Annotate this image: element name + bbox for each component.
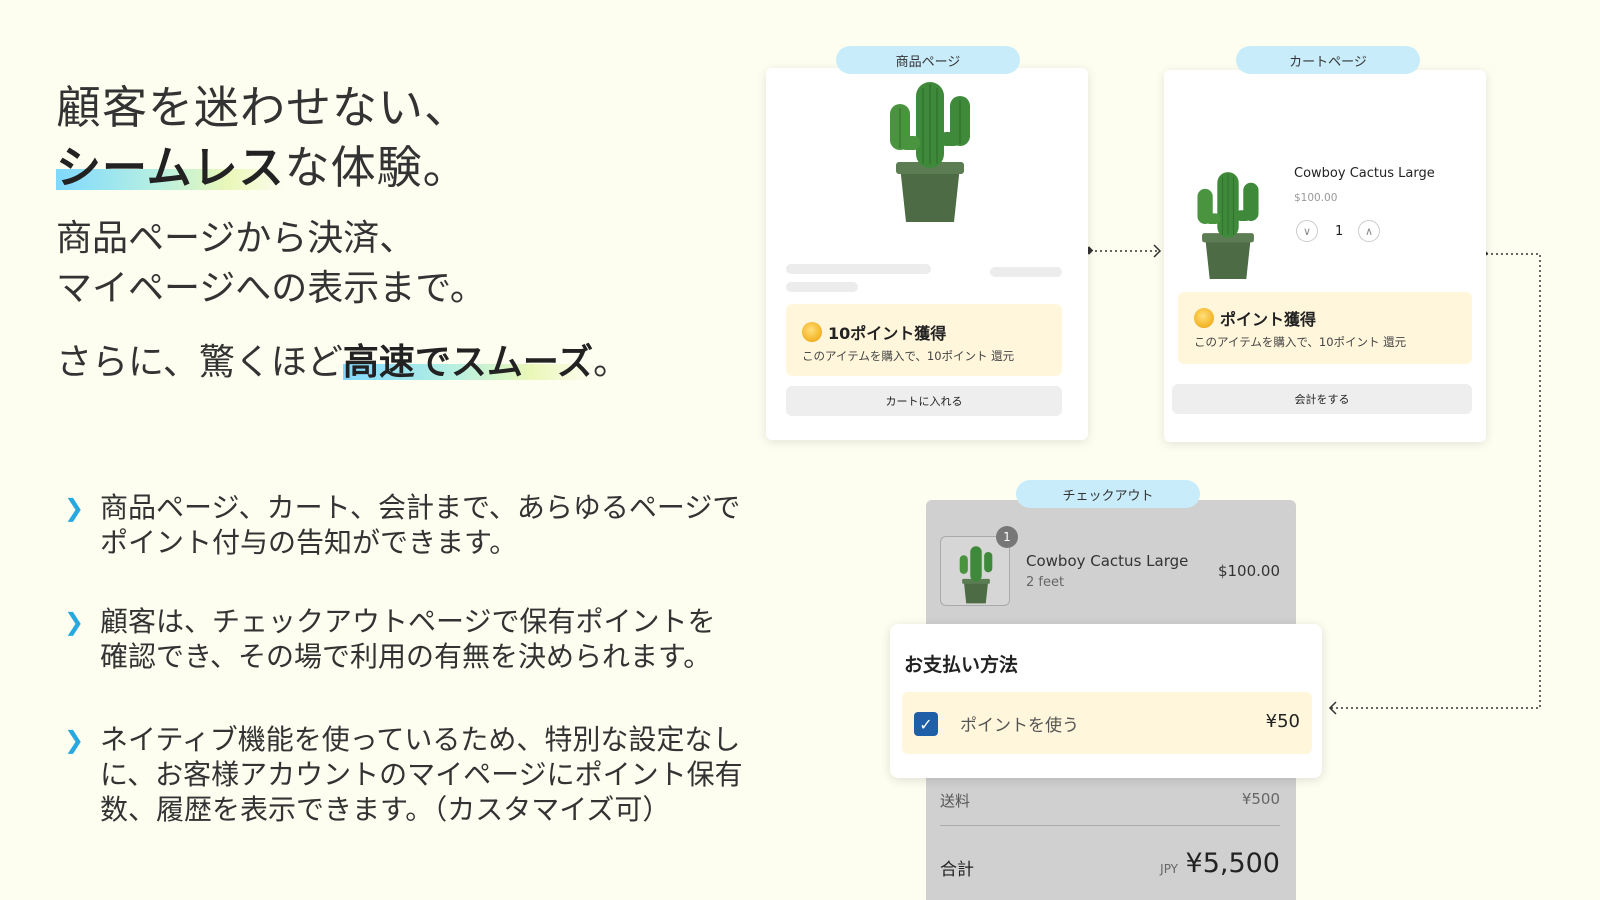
check-icon: ✓ <box>919 714 933 734</box>
checkout-item-name: Cowboy Cactus Large <box>1026 552 1189 570</box>
chevron-up-icon: ∧ <box>1364 224 1374 238</box>
chevron-down-icon: ∨ <box>1302 224 1312 238</box>
points-title: ポイント獲得 <box>1220 310 1317 329</box>
coin-icon <box>802 322 822 342</box>
cactus-cart-image <box>1197 172 1259 279</box>
use-points-amount: ¥50 <box>1265 711 1300 732</box>
total-label: 合計 <box>940 860 974 880</box>
add-to-cart-button[interactable]: カートに入れる <box>786 386 1062 416</box>
shipping-label: 送料 <box>940 792 971 810</box>
checkout-item-price: $100.00 <box>1217 562 1280 580</box>
divider <box>940 825 1280 826</box>
checkout-item-variant: 2 feet <box>1026 575 1065 590</box>
skeleton-line <box>786 282 858 292</box>
product-page-card: 10ポイント獲得 このアイテムを購入で、10ポイント 還元 カートに入れる <box>766 68 1088 440</box>
points-earn-banner: ポイント獲得 このアイテムを購入で、10ポイント 還元 <box>1178 292 1472 364</box>
product-page-tag: 商品ページ <box>836 46 1020 74</box>
cart-item-price: $100.00 <box>1294 192 1338 204</box>
cart-quantity: 1 <box>1335 224 1344 239</box>
payment-method-panel: お支払い方法 ✓ ポイントを使う ¥50 <box>890 624 1322 778</box>
skeleton-line <box>990 267 1062 277</box>
checkout-item-thumbnail <box>940 536 1010 606</box>
cactus-checkout-image <box>959 546 993 604</box>
checkout-tag: チェックアウト <box>1016 480 1200 508</box>
qty-decrease-button[interactable]: ∨ <box>1296 220 1318 242</box>
points-title: 10ポイント獲得 <box>828 324 947 343</box>
total-value: ¥5,500 <box>1185 848 1280 879</box>
quantity-badge: 1 <box>996 526 1018 548</box>
points-earn-banner: 10ポイント獲得 このアイテムを購入で、10ポイント 還元 <box>786 304 1062 376</box>
cart-page-tag: カートページ <box>1236 46 1420 74</box>
use-points-option[interactable]: ✓ ポイントを使う ¥50 <box>902 692 1312 754</box>
shipping-value: ¥500 <box>1241 790 1280 808</box>
use-points-checkbox[interactable]: ✓ <box>914 712 938 736</box>
payment-method-title: お支払い方法 <box>904 654 1019 676</box>
cart-item-name: Cowboy Cactus Large <box>1294 166 1435 181</box>
qty-increase-button[interactable]: ∧ <box>1358 220 1380 242</box>
points-description: このアイテムを購入で、10ポイント 還元 <box>1194 335 1407 349</box>
points-description: このアイテムを購入で、10ポイント 還元 <box>802 349 1015 363</box>
cactus-product-image <box>890 82 970 222</box>
currency-code: JPY <box>1160 862 1178 876</box>
cart-page-card: Cowboy Cactus Large $100.00 ∨ 1 ∧ ポイント獲得… <box>1164 70 1486 442</box>
coin-icon <box>1194 308 1214 328</box>
checkout-button[interactable]: 会計をする <box>1172 384 1472 414</box>
skeleton-line <box>786 264 931 274</box>
use-points-label: ポイントを使う <box>960 716 1079 736</box>
